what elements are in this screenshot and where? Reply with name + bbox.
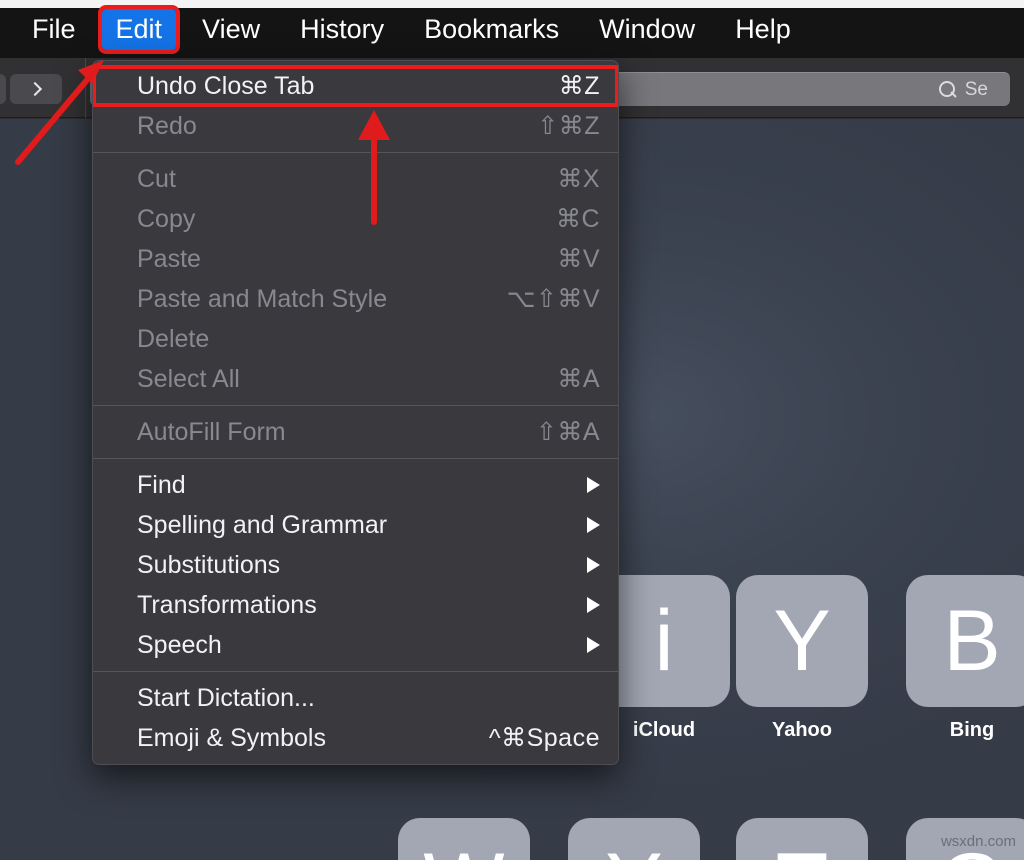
favorite-tile[interactable]: W — [398, 818, 530, 860]
menu-item-label: Transformations — [137, 591, 317, 620]
menu-item-label: Select All — [137, 365, 240, 394]
menu-item-copy: Copy ⌘C — [93, 199, 618, 239]
watermark: wsxdn.com — [941, 833, 1016, 850]
menu-item-label: Undo Close Tab — [137, 72, 314, 101]
submenu-arrow-icon — [587, 557, 600, 573]
favorite-icon: B — [906, 575, 1024, 707]
menu-item-label: Cut — [137, 165, 176, 194]
menubar-item-file[interactable]: File — [18, 9, 90, 50]
chevron-right-icon — [27, 82, 41, 96]
search-placeholder-group: Se — [939, 79, 988, 101]
screen-root: Se iiCloudYYahooBBingWYTG FileEditViewHi… — [0, 0, 1024, 860]
menu-separator — [93, 405, 618, 406]
favorite-icon: T — [736, 818, 868, 860]
menu-item-delete: Delete — [93, 319, 618, 359]
menu-item-label: Redo — [137, 112, 197, 141]
favorite-tile[interactable]: B Bing — [906, 575, 1024, 742]
menu-separator — [93, 152, 618, 153]
menu-bar: File Edit View History Bookmarks Window Help — [0, 0, 1024, 58]
menu-item-label: Emoji & Symbols — [137, 724, 326, 753]
submenu-arrow-icon — [587, 637, 600, 653]
menubar-item-view[interactable]: View — [188, 9, 274, 50]
menu-item-label: Delete — [137, 325, 209, 354]
menu-item-autofill-form: AutoFill Form ⇧⌘A — [93, 412, 618, 452]
submenu-arrow-icon — [587, 477, 600, 493]
menu-separator — [93, 671, 618, 672]
submenu-arrow-icon — [587, 517, 600, 533]
forward-button[interactable] — [10, 74, 62, 104]
menu-item-select-all: Select All ⌘A — [93, 359, 618, 399]
menubar-item-history[interactable]: History — [286, 9, 398, 50]
menubar-item-bookmarks[interactable]: Bookmarks — [410, 9, 573, 50]
menu-separator — [93, 458, 618, 459]
toolbar-divider — [85, 58, 86, 118]
menu-item-shortcut: ⌘A — [557, 364, 600, 394]
menu-item-speech[interactable]: Speech — [93, 625, 618, 665]
menu-item-shortcut: ⇧⌘A — [536, 417, 600, 447]
search-icon — [939, 81, 956, 98]
menu-item-undo-close-tab[interactable]: Undo Close Tab ⌘Z — [93, 66, 618, 106]
menu-item-substitutions[interactable]: Substitutions — [93, 545, 618, 585]
menu-item-cut: Cut ⌘X — [93, 159, 618, 199]
menu-item-shortcut: ⌘V — [557, 244, 600, 274]
menu-item-emoji-symbols[interactable]: Emoji & Symbols ^⌘Space — [93, 718, 618, 758]
menu-item-label: Paste — [137, 245, 201, 274]
favorite-icon: W — [398, 818, 530, 860]
menu-item-shortcut: ⇧⌘Z — [537, 111, 600, 141]
menu-item-label: Start Dictation... — [137, 684, 315, 713]
menubar-item-help[interactable]: Help — [721, 9, 805, 50]
search-placeholder-text: Se — [965, 79, 988, 101]
submenu-arrow-icon — [587, 597, 600, 613]
favorite-icon: Y — [568, 818, 700, 860]
menu-item-label: Find — [137, 471, 186, 500]
menubar-item-edit[interactable]: Edit — [102, 9, 177, 50]
menu-item-shortcut: ⌘C — [556, 204, 600, 234]
menu-item-label: Speech — [137, 631, 222, 660]
menu-item-start-dictation[interactable]: Start Dictation... — [93, 678, 618, 718]
menu-item-shortcut: ⌘Z — [559, 71, 600, 101]
menu-item-spelling-and-grammar[interactable]: Spelling and Grammar — [93, 505, 618, 545]
menu-item-transformations[interactable]: Transformations — [93, 585, 618, 625]
favorite-tile[interactable]: Y Yahoo — [736, 575, 868, 742]
menu-item-shortcut: ⌥⇧⌘V — [507, 284, 600, 314]
menu-item-shortcut: ^⌘Space — [489, 723, 600, 753]
edit-dropdown-menu: Undo Close Tab ⌘Z Redo ⇧⌘Z Cut ⌘X Copy ⌘C Paste ⌘… — [92, 60, 619, 765]
menu-item-find[interactable]: Find — [93, 465, 618, 505]
menu-item-shortcut: ⌘X — [557, 164, 600, 194]
menu-item-label: Copy — [137, 205, 195, 234]
menu-item-label: Spelling and Grammar — [137, 511, 387, 540]
menu-item-paste: Paste ⌘V — [93, 239, 618, 279]
favorite-label: Bing — [906, 719, 1024, 742]
back-button[interactable] — [0, 74, 6, 104]
menubar-item-window[interactable]: Window — [585, 9, 709, 50]
menu-item-label: Paste and Match Style — [137, 285, 387, 314]
favorite-label: Yahoo — [736, 719, 868, 742]
favorite-icon: Y — [736, 575, 868, 707]
menu-item-label: AutoFill Form — [137, 418, 286, 447]
menu-item-label: Substitutions — [137, 551, 280, 580]
favorite-tile[interactable]: T — [736, 818, 868, 860]
menu-item-redo: Redo ⇧⌘Z — [93, 106, 618, 146]
menu-item-paste-and-match-style: Paste and Match Style ⌥⇧⌘V — [93, 279, 618, 319]
favorite-tile[interactable]: Y — [568, 818, 700, 860]
